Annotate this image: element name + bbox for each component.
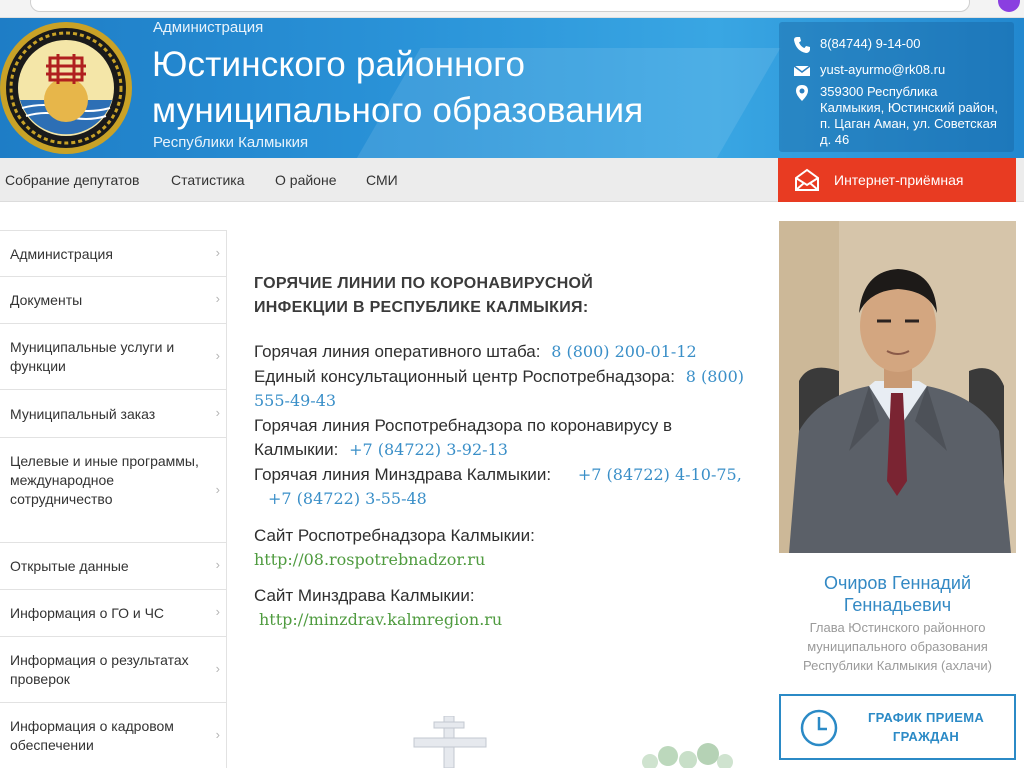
contact-address-text: 359300 Республика Калмыкия, Юстинский ра… (820, 84, 998, 147)
site-rpn-link[interactable]: http://08.rospotrebnadzor.ru (254, 548, 754, 572)
site-minzdrav-link[interactable]: http://minzdrav.kalmregion.ru (259, 608, 754, 632)
official-portrait-image (779, 221, 1016, 553)
phone-icon (794, 37, 810, 53)
chevron-right-icon: › (215, 245, 220, 260)
chevron-right-icon: › (215, 604, 220, 619)
main-nav: Собрание депутатов Статистика О районе С… (0, 158, 1024, 202)
chevron-right-icon: › (215, 291, 220, 306)
sidebar-item-label: Документы (10, 292, 83, 308)
sidebar-item-label: Администрация (10, 246, 113, 262)
header-admin-label: Администрация (153, 19, 264, 36)
site-minzdrav-label: Сайт Минздрава Калмыкии: (254, 586, 475, 605)
orthodox-cross-image (413, 716, 487, 768)
chevron-right-icon: › (215, 661, 220, 676)
site-title-line1: Юстинского районного (152, 45, 526, 84)
main-content: ГОРЯЧИЕ ЛИНИИ ПО КОРОНАВИРУСНОЙ ИНФЕКЦИИ… (254, 272, 754, 629)
sidebar-item-label: Открытые данные (10, 558, 129, 574)
reception-schedule-button[interactable]: ГРАФИК ПРИЕМА ГРАЖДАН (779, 694, 1016, 760)
hotlines-heading-line1: ГОРЯЧИЕ ЛИНИИ ПО КОРОНАВИРУСНОЙ (254, 275, 594, 292)
hotline-rpn-kalmykia: Горячая линия Роспотребнадзора по корона… (254, 414, 754, 463)
sidebar-item-label: Информация о результатах проверок (10, 652, 189, 687)
sidebar-menu: Администрация › Документы › Муниципальны… (0, 230, 227, 768)
nav-item-about[interactable]: О районе (275, 172, 336, 188)
contact-email-text[interactable]: yust-ayurmo@rk08.ru (820, 62, 1000, 78)
hotline-minzdrav-label: Горячая линия Минздрава Калмыкии: (254, 464, 552, 484)
official-name[interactable]: Очиров Геннадий Геннадьевич (779, 572, 1016, 616)
chevron-right-icon: › (215, 727, 220, 742)
reception-schedule-label-line1: ГРАФИК ПРИЕМА (867, 710, 985, 725)
official-name-line1: Очиров Геннадий (823, 573, 972, 593)
sidebar-item-documents[interactable]: Документы › (0, 277, 227, 324)
sidebar-item-staffing[interactable]: Информация о кадровом обеспечении › (0, 703, 227, 768)
decorative-bush-image (642, 743, 733, 768)
sidebar-item-services[interactable]: Муниципальные услуги и функции › (0, 324, 227, 390)
site-title-line2: муниципального образования (152, 91, 644, 130)
sidebar-item-open-data[interactable]: Открытые данные › (0, 543, 227, 590)
hotlines-heading: ГОРЯЧИЕ ЛИНИИ ПО КОРОНАВИРУСНОЙ ИНФЕКЦИИ… (254, 272, 754, 320)
contact-phone-text: 8(84744) 9-14-00 (820, 36, 921, 51)
hotline-rpn-center-label: Единый консультационный центр Роспотребн… (254, 366, 675, 386)
hotline-hq-phone[interactable]: 8 (800) 200-01-12 (551, 342, 696, 361)
envelope-icon (795, 168, 819, 191)
address-bar[interactable] (30, 0, 970, 12)
sidebar-item-administration[interactable]: Администрация › (0, 230, 227, 277)
hotlines-list: Горячая линия оперативного штаба: 8 (800… (254, 340, 754, 512)
internet-reception-button[interactable]: Интернет-приёмная (778, 158, 1016, 202)
nav-item-deputies[interactable]: Собрание депутатов (5, 172, 139, 188)
sidebar-item-label: Информация о ГО и ЧС (10, 605, 165, 621)
kalmykia-emblem-icon[interactable] (0, 18, 136, 158)
chevron-right-icon: › (215, 348, 220, 363)
hotline-minzdrav-phone-2[interactable]: +7 (84722) 3-55-48 (268, 489, 427, 508)
mail-icon (793, 65, 811, 76)
internet-reception-label: Интернет-приёмная (834, 172, 964, 188)
reception-schedule-label: ГРАФИК ПРИЕМА ГРАЖДАН (851, 708, 1001, 746)
chevron-right-icon: › (215, 557, 220, 572)
contacts-panel: 8(84744) 9-14-00 yust-ayurmo@rk08.ru 359… (779, 22, 1014, 152)
nav-item-media[interactable]: СМИ (366, 172, 398, 188)
sidebar-item-label: Муниципальный заказ (10, 406, 156, 422)
hotline-minzdrav-phone-1[interactable]: +7 (84722) 4-10-75, (578, 465, 742, 484)
hotline-rpn-kalmykia-phone[interactable]: +7 (84722) 3-92-13 (349, 440, 508, 459)
site-minzdrav: Сайт Минздрава Калмыкии: http://minzdrav… (254, 584, 754, 632)
hotlines-heading-line2: ИНФЕКЦИИ В РЕСПУБЛИКЕ КАЛМЫКИЯ: (254, 299, 589, 316)
extension-icon[interactable] (998, 0, 1020, 12)
clock-icon (800, 709, 838, 747)
official-photo (779, 221, 1016, 553)
hotline-rpn-center: Единый консультационный центр Роспотребн… (254, 365, 754, 414)
header-republic-label: Республики Калмыкия (153, 134, 309, 151)
sidebar-item-programs[interactable]: Целевые и иные программы, международное … (0, 438, 227, 543)
sidebar-item-label: Целевые и иные программы, международное … (10, 453, 199, 507)
chevron-right-icon: › (215, 482, 220, 497)
site-rpn-label: Сайт Роспотребнадзора Калмыкии: (254, 526, 535, 545)
hotline-hq: Горячая линия оперативного штаба: 8 (800… (254, 340, 754, 365)
hotline-minzdrav: Горячая линия Минздрава Калмыкии: +7 (84… (254, 463, 754, 512)
reception-schedule-label-line2: ГРАЖДАН (892, 729, 960, 744)
hotline-hq-label: Горячая линия оперативного штаба: (254, 342, 541, 361)
official-name-line2: Геннадьевич (843, 595, 952, 615)
official-position: Глава Юстинского районного муниципальног… (802, 620, 992, 673)
chevron-right-icon: › (215, 405, 220, 420)
sidebar-item-inspections[interactable]: Информация о результатах проверок › (0, 637, 227, 703)
location-pin-icon (796, 85, 808, 101)
site-title[interactable]: Юстинского районного муниципального обра… (152, 42, 643, 134)
browser-toolbar (0, 0, 1024, 18)
sidebar-item-label: Информация о кадровом обеспечении (10, 718, 174, 753)
sidebar-item-label: Муниципальные услуги и функции (10, 339, 175, 374)
sidebar-item-procurement[interactable]: Муниципальный заказ › (0, 390, 227, 438)
site-header: Администрация Юстинского районного муниц… (0, 18, 1024, 158)
nav-item-statistics[interactable]: Статистика (171, 172, 245, 188)
site-rpn: Сайт Роспотребнадзора Калмыкии: http://0… (254, 524, 754, 572)
sidebar-item-civil-defense[interactable]: Информация о ГО и ЧС › (0, 590, 227, 637)
